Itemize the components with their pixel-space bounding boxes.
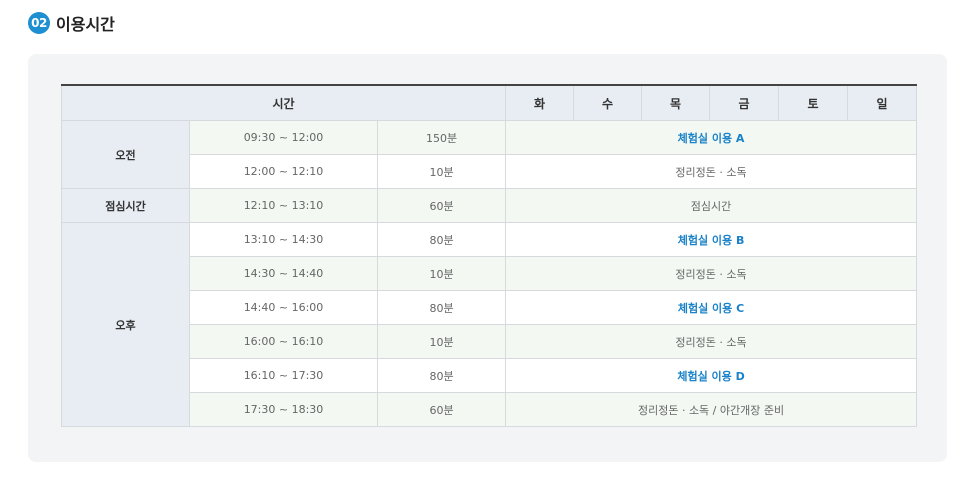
time-cell: 12:00 ~ 12:10 — [189, 154, 378, 189]
duration-cell: 80분 — [376, 290, 507, 325]
schedule-panel: 시간 화 수 목 금 토 일 오전 09:30 ~ 12:00 150분 체험실… — [28, 54, 947, 462]
table-row: 14:40 ~ 16:00 80분 체험실 이용 C — [62, 290, 918, 325]
duration-cell: 80분 — [376, 358, 507, 393]
header-time: 시간 — [60, 84, 507, 121]
header-day: 금 — [709, 84, 780, 121]
time-cell: 14:30 ~ 14:40 — [189, 256, 378, 291]
time-cell: 16:00 ~ 16:10 — [189, 324, 378, 359]
duration-cell: 10분 — [376, 324, 507, 359]
duration-cell: 80분 — [376, 222, 507, 257]
time-cell: 13:10 ~ 14:30 — [189, 222, 378, 257]
activity-cell: 점심시간 — [505, 188, 918, 223]
activity-cell: 체험실 이용 B — [505, 222, 918, 257]
duration-cell: 60분 — [376, 392, 507, 427]
period-afternoon: 오후 — [61, 222, 190, 427]
activity-cell: 체험실 이용 D — [505, 358, 918, 393]
time-cell: 16:10 ~ 17:30 — [189, 358, 378, 393]
section-number-badge: 02 — [28, 12, 50, 34]
duration-cell: 10분 — [376, 154, 507, 189]
table-row: 16:10 ~ 17:30 80분 체험실 이용 D — [62, 358, 918, 393]
table-row: 오후 13:10 ~ 14:30 80분 체험실 이용 B — [61, 222, 918, 427]
time-cell: 17:30 ~ 18:30 — [189, 392, 378, 427]
header-day: 토 — [778, 84, 849, 121]
time-cell: 14:40 ~ 16:00 — [189, 290, 378, 325]
table-row: 17:30 ~ 18:30 60분 정리정돈 · 소독 / 야간개장 준비 — [62, 392, 918, 427]
time-cell: 12:10 ~ 13:10 — [189, 188, 378, 223]
period-lunch: 점심시간 — [61, 188, 190, 223]
table-row: 12:00 ~ 12:10 10분 정리정돈 · 소독 — [62, 154, 918, 189]
header-day: 수 — [573, 84, 643, 121]
header-day: 화 — [505, 84, 575, 121]
table-row: 오전 09:30 ~ 12:00 150분 체험실 이용 A — [61, 120, 918, 189]
header-day: 일 — [847, 84, 918, 121]
table-row: 16:00 ~ 16:10 10분 정리정돈 · 소독 — [62, 324, 918, 359]
section-header: 02 이용시간 — [28, 11, 115, 35]
activity-cell: 체험실 이용 C — [505, 290, 918, 325]
activity-cell: 정리정돈 · 소독 — [505, 154, 918, 189]
section-title: 이용시간 — [56, 15, 115, 34]
activity-cell: 정리정돈 · 소독 — [505, 324, 918, 359]
table-header-row: 시간 화 수 목 금 토 일 — [60, 84, 918, 121]
header-day: 목 — [641, 84, 711, 121]
activity-cell: 체험실 이용 A — [505, 120, 918, 155]
activity-cell: 정리정돈 · 소독 / 야간개장 준비 — [505, 392, 918, 427]
activity-cell: 정리정돈 · 소독 — [505, 256, 918, 291]
schedule-table: 시간 화 수 목 금 토 일 오전 09:30 ~ 12:00 150분 체험실… — [60, 84, 918, 427]
table-row: 14:30 ~ 14:40 10분 정리정돈 · 소독 — [62, 256, 918, 291]
period-morning: 오전 — [61, 120, 190, 189]
time-cell: 09:30 ~ 12:00 — [189, 120, 378, 155]
duration-cell: 10분 — [376, 256, 507, 291]
duration-cell: 150분 — [376, 120, 507, 155]
table-row: 점심시간 12:10 ~ 13:10 60분 점심시간 — [61, 188, 918, 223]
duration-cell: 60분 — [376, 188, 507, 223]
